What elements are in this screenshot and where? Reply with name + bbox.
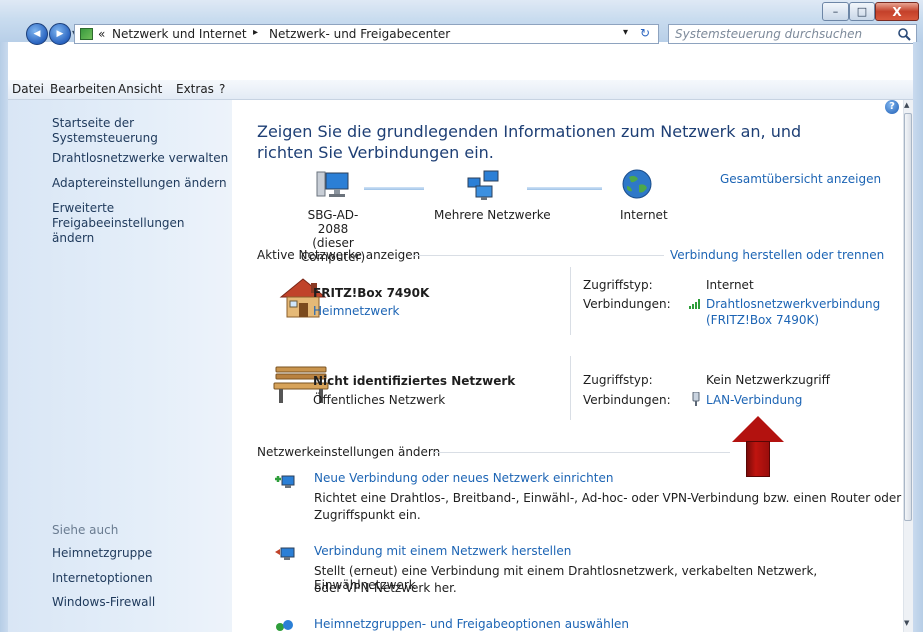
close-button[interactable]: X — [875, 2, 919, 21]
computer-name: SBG-AD-2088 — [307, 208, 359, 236]
window-frame-left — [0, 42, 8, 632]
minimize-icon: – — [832, 5, 839, 18]
connect-disconnect-link[interactable]: Verbindung herstellen oder trennen — [670, 248, 884, 262]
network-folder-icon — [80, 28, 93, 40]
sidebar-item-adapter[interactable]: Adaptereinstellungen ändern — [52, 176, 227, 191]
map-connector — [364, 187, 424, 190]
breadcrumb-separator-icon[interactable]: ▸ — [253, 27, 258, 38]
wireless-connection-sublabel[interactable]: (FRITZ!Box 7490K) — [706, 313, 819, 327]
full-map-link[interactable]: Gesamtübersicht anzeigen — [720, 172, 881, 186]
network1-type-link[interactable]: Heimnetzwerk — [313, 304, 400, 318]
homegroup-options-link[interactable]: Heimnetzgruppen- und Freigabeoptionen au… — [314, 617, 629, 631]
scroll-thumb[interactable] — [904, 113, 912, 521]
breadcrumb-network-internet[interactable]: Netzwerk und Internet — [112, 27, 247, 41]
network-settings-heading: Netzwerkeinstellungen ändern — [257, 445, 441, 459]
setup-connection-link[interactable]: Neue Verbindung oder neues Netzwerk einr… — [314, 471, 613, 485]
menu-edit[interactable]: Bearbeiten — [50, 82, 116, 96]
network1-connections-label: Verbindungen: — [583, 297, 671, 311]
sidebar-home-link[interactable]: Startseite der Systemsteuerung — [52, 116, 232, 146]
multiple-networks-label: Mehrere Netzwerke — [434, 208, 551, 222]
minimize-button[interactable]: – — [822, 2, 849, 21]
close-icon: X — [892, 4, 902, 19]
network1-access-value: Internet — [706, 278, 754, 292]
setup-connection-desc: Richtet eine Drahtlos-, Breitband-, Einw… — [314, 491, 902, 505]
sidebar-item-homegroup[interactable]: Heimnetzgruppe — [52, 546, 152, 561]
wireless-connection-link[interactable]: Drahtlosnetzwerkverbindung — [706, 297, 880, 311]
menu-extras[interactable]: Extras — [176, 82, 214, 96]
menu-file[interactable]: Datei — [12, 82, 44, 96]
map-connector-2 — [527, 187, 602, 190]
homegroup-icon — [276, 620, 293, 631]
sidebar-item-sharing[interactable]: Erweiterte Freigabeeinstellungen ändern — [52, 201, 228, 246]
search-placeholder: Systemsteuerung durchsuchen — [675, 27, 863, 41]
back-arrow-icon: ◀ — [33, 29, 41, 39]
back-button[interactable]: ◀ — [26, 23, 48, 45]
globe-icon — [622, 169, 652, 199]
wifi-signal-icon — [689, 299, 700, 309]
search-input[interactable]: Systemsteuerung durchsuchen — [668, 24, 917, 44]
network2-access-value: Kein Netzwerkzugriff — [706, 373, 830, 387]
connect-to-network-link[interactable]: Verbindung mit einem Netzwerk herstellen — [314, 544, 571, 558]
sidebar-item-internet-options[interactable]: Internetoptionen — [52, 571, 153, 586]
page-title: Zeigen Sie die grundlegenden Information… — [257, 122, 802, 162]
maximize-button[interactable]: □ — [849, 2, 875, 21]
refresh-icon[interactable]: ↻ — [640, 26, 650, 40]
active-networks-heading: Aktive Netzwerke anzeigen — [257, 248, 421, 262]
network2-name: Nicht identifiziertes Netzwerk — [313, 374, 516, 388]
setup-connection-desc-2: Zugriffspunkt ein. — [314, 508, 421, 522]
network2-type: Öffentliches Netzwerk — [313, 393, 446, 407]
address-bar[interactable]: « Netzwerk und Internet ▸ Netzwerk- und … — [74, 24, 659, 44]
divider — [570, 267, 571, 335]
network1-access-label: Zugriffstyp: — [583, 278, 653, 292]
network2-connections-label: Verbindungen: — [583, 393, 671, 407]
scroll-up-arrow-icon[interactable]: ▲ — [904, 101, 909, 109]
computer-icon — [316, 171, 349, 197]
sidebar-item-wireless[interactable]: Drahtlosnetzwerke verwalten — [52, 151, 228, 166]
divider-2 — [570, 356, 571, 420]
menu-view[interactable]: Ansicht — [118, 82, 162, 96]
internet-label: Internet — [620, 208, 668, 222]
connect-network-icon — [275, 547, 295, 560]
menu-help[interactable]: ? — [219, 82, 225, 96]
search-icon[interactable] — [898, 28, 911, 41]
ethernet-plug-icon — [692, 392, 700, 406]
network1-name: FRITZ!Box 7490K — [313, 286, 430, 300]
multiple-networks-icon — [467, 170, 499, 200]
sidebar: Startseite der Systemsteuerung Drahtlosn… — [8, 100, 232, 632]
window-frame-right — [913, 42, 923, 632]
maximize-icon: □ — [856, 5, 868, 18]
breadcrumb-network-sharing-center[interactable]: Netzwerk- und Freigabecenter — [269, 27, 450, 41]
breadcrumb-overflow[interactable]: « — [98, 27, 105, 41]
forward-button[interactable]: ▶ — [49, 23, 71, 45]
connect-to-network-desc-2: oder VPN-Netzwerk her. — [314, 581, 457, 595]
see-also-heading: Siehe auch — [52, 523, 119, 537]
lan-connection-link[interactable]: LAN-Verbindung — [706, 393, 802, 407]
forward-arrow-icon: ▶ — [56, 29, 64, 39]
address-dropdown-icon[interactable]: ▾ — [623, 27, 628, 38]
annotation-arrow-head — [732, 416, 784, 442]
menu-bar: Datei Bearbeiten Ansicht Extras ? — [8, 80, 913, 100]
help-icon[interactable]: ? — [885, 100, 899, 114]
main-panel: Zeigen Sie die grundlegenden Information… — [232, 100, 903, 632]
new-connection-icon — [275, 475, 295, 488]
sidebar-item-firewall[interactable]: Windows-Firewall — [52, 595, 155, 610]
scroll-down-arrow-icon[interactable]: ▼ — [904, 619, 909, 627]
network2-access-label: Zugriffstyp: — [583, 373, 653, 387]
annotation-arrow-stem — [746, 441, 770, 477]
